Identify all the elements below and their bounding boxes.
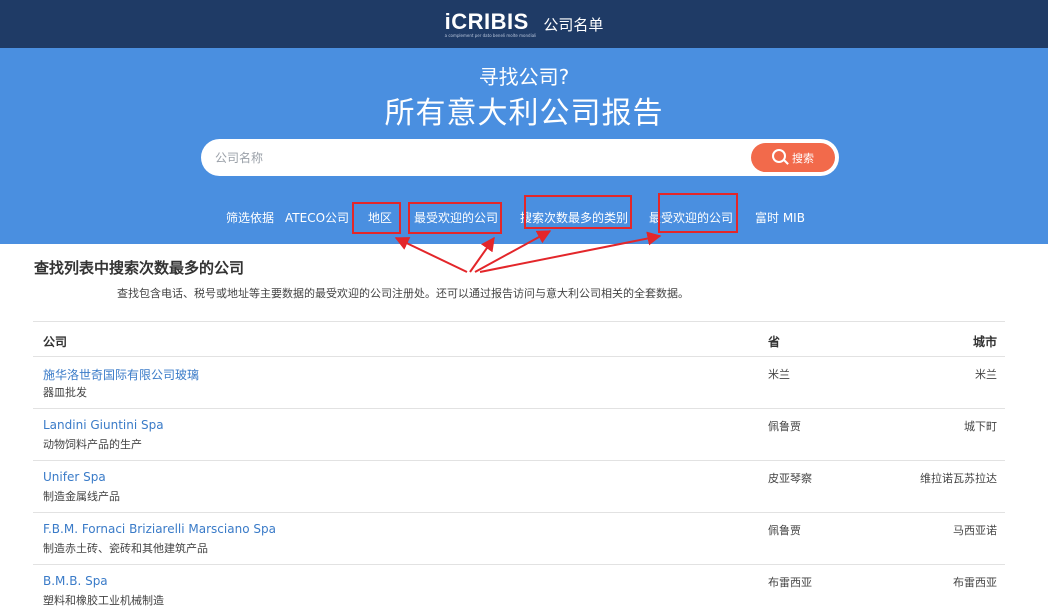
search-input[interactable] (215, 148, 735, 168)
company-category: 器皿批发 (43, 386, 87, 399)
company-city: 马西亚诺 (953, 524, 997, 537)
section-title: 查找列表中搜索次数最多的公司 (34, 259, 245, 277)
company-name-link[interactable]: Landini Giuntini Spa (43, 418, 164, 432)
annotation-box-region (352, 202, 401, 234)
company-category: 动物饲料产品的生产 (43, 438, 142, 451)
company-name-link[interactable]: F.B.M. Fornaci Briziarelli Marsciano Spa (43, 522, 276, 536)
hero-title: 所有意大利公司报告 (384, 96, 664, 131)
table-header: 公司 省 城市 (33, 321, 1005, 357)
section-description: 查找包含电话、税号或地址等主要数据的最受欢迎的公司注册处。还可以通过报告访问与意… (117, 287, 689, 300)
logo-tagline: a complement per dato beneli molte mondi… (444, 32, 537, 38)
company-province: 布雷西亚 (768, 576, 812, 589)
column-city: 城市 (972, 335, 997, 349)
table-row[interactable]: 施华洛世奇国际有限公司玻璃器皿批发 米兰 米兰 (33, 357, 1005, 409)
company-category: 制造金属线产品 (43, 490, 120, 503)
annotation-box-categories (524, 195, 632, 229)
annotation-box-popular-2 (658, 193, 738, 233)
company-city: 米兰 (975, 368, 997, 381)
table-row[interactable]: Landini Giuntini Spa 动物饲料产品的生产 佩鲁贾 城下町 (33, 409, 1005, 461)
top-bar: iCRIBIS a complement per dato beneli mol… (0, 0, 1048, 48)
company-name-link[interactable]: 施华洛世奇国际有限公司玻璃 (43, 366, 199, 383)
company-city: 城下町 (964, 420, 997, 433)
table-row[interactable]: B.M.B. Spa 塑料和橡胶工业机械制造 布雷西亚 布雷西亚 (33, 565, 1005, 607)
table-row[interactable]: F.B.M. Fornaci Briziarelli Marsciano Spa… (33, 513, 1005, 565)
company-table: 公司 省 城市 施华洛世奇国际有限公司玻璃器皿批发 米兰 米兰 Landini Giu… (33, 321, 1005, 607)
search-button-label: 搜索 (792, 152, 814, 165)
annotation-box-popular (408, 202, 502, 234)
logo-mark: iCRIBIS a complement per dato beneli mol… (444, 8, 537, 38)
company-city: 布雷西亚 (953, 576, 997, 589)
company-city: 维拉诺瓦苏拉达 (920, 472, 997, 485)
search-bar: 搜索 (201, 139, 839, 176)
company-category: 塑料和橡胶工业机械制造 (43, 594, 164, 607)
search-button[interactable]: 搜索 (751, 143, 835, 172)
company-name-link[interactable]: B.M.B. Spa (43, 574, 108, 588)
logo-brand: iCRIBIS (444, 8, 529, 34)
hero-subtitle: 寻找公司? (478, 65, 570, 89)
filter-label: 筛选依据 (226, 211, 275, 225)
logo-app-name: 公司名单 (543, 15, 604, 34)
search-icon (772, 149, 789, 166)
filter-ftse-mib[interactable]: 富时 MIB (755, 209, 805, 226)
column-province: 省 (768, 335, 781, 349)
company-province: 皮亚琴察 (768, 472, 812, 485)
table-row[interactable]: Unifer Spa 制造金属线产品 皮亚琴察 维拉诺瓦苏拉达 (33, 461, 1005, 513)
filter-ateco[interactable]: ATECO公司 (285, 209, 349, 226)
company-province: 佩鲁贾 (768, 524, 801, 537)
company-category: 制造赤土砖、瓷砖和其他建筑产品 (43, 542, 208, 555)
site-logo[interactable]: iCRIBIS a complement per dato beneli mol… (444, 8, 604, 38)
column-company: 公司 (43, 335, 68, 349)
company-province: 米兰 (768, 368, 790, 381)
table-body: 施华洛世奇国际有限公司玻璃器皿批发 米兰 米兰 Landini Giuntini Sp… (33, 357, 1005, 607)
company-province: 佩鲁贾 (768, 420, 801, 433)
company-name-link[interactable]: Unifer Spa (43, 470, 106, 484)
